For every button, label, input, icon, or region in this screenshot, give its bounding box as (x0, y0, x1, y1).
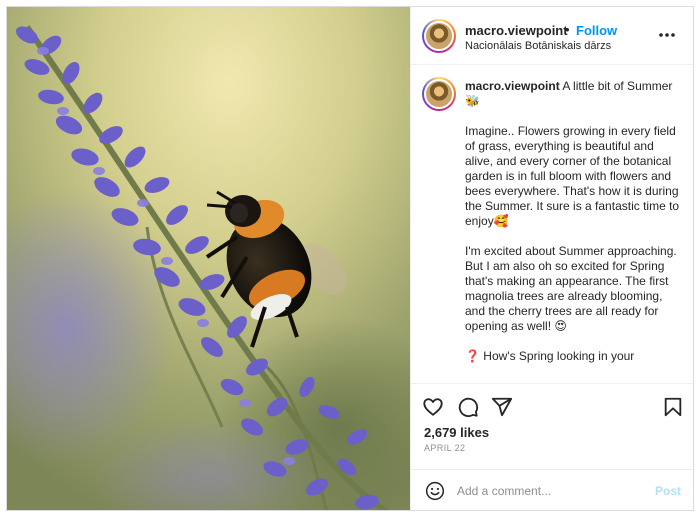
share-icon[interactable] (491, 396, 513, 418)
likes-count[interactable]: 2,679 likes (424, 425, 489, 440)
caption-paragraph: Imagine.. Flowers growing in every field… (465, 124, 680, 228)
comment-bar: Post (411, 469, 693, 510)
post-photo[interactable] (7, 7, 410, 510)
caption-avatar[interactable] (422, 77, 456, 111)
avatar[interactable] (422, 19, 456, 53)
comment-icon[interactable] (457, 396, 479, 418)
caption-paragraph: ❓ How's Spring looking in your (465, 349, 635, 363)
comment-input[interactable] (457, 478, 647, 504)
post-details-panel: macro.viewpoint • Follow Nacionālais Bot… (410, 7, 693, 510)
post-date[interactable]: APRIL 22 (424, 443, 465, 453)
caption-paragraph: I'm excited about Summer approaching. Bu… (465, 244, 677, 333)
more-options-icon[interactable] (657, 27, 677, 43)
location-link[interactable]: Nacionālais Botāniskais dārzs (465, 40, 611, 52)
caption-username[interactable]: macro.viewpoint (465, 79, 560, 93)
post-actions: 2,679 likes APRIL 22 (411, 383, 693, 469)
smiley-icon[interactable] (425, 481, 445, 501)
header-username[interactable]: macro.viewpoint (465, 23, 568, 38)
caption-text: macro.viewpoint A little bit of Summer 🐝… (465, 79, 681, 364)
post-comment-button[interactable]: Post (655, 484, 681, 498)
post-modal: macro.viewpoint • Follow Nacionālais Bot… (6, 6, 694, 511)
heart-icon[interactable] (422, 396, 444, 418)
bee-on-lavender-image (7, 7, 410, 510)
caption-area: macro.viewpoint A little bit of Summer 🐝… (411, 65, 693, 383)
follow-button[interactable]: Follow (576, 23, 617, 38)
separator-dot: • (565, 22, 570, 37)
bookmark-icon[interactable] (662, 396, 684, 418)
post-header: macro.viewpoint • Follow Nacionālais Bot… (411, 7, 693, 65)
